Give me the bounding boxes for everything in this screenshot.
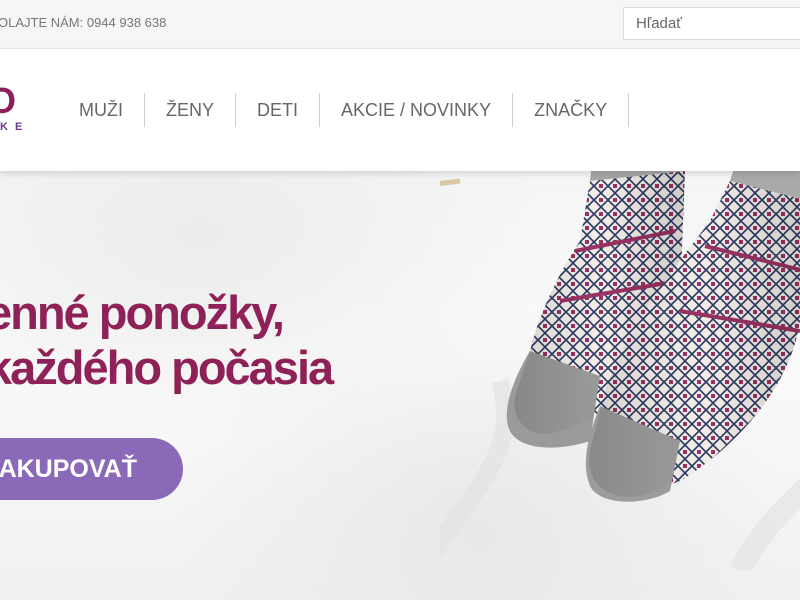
top-bar: OLAJTE NÁM: 0944 938 638 <box>0 0 800 49</box>
phone-contact: OLAJTE NÁM: 0944 938 638 <box>0 15 167 30</box>
logo-subtitle: KE <box>0 121 26 133</box>
site-header: O KE MUŽI ŽENY DETI AKCIE / NOVINKY ZNAČ… <box>0 49 800 171</box>
nav-item-deti[interactable]: DETI <box>236 93 321 127</box>
nav-item-zeny[interactable]: ŽENY <box>145 93 237 127</box>
socks-photo <box>440 171 800 571</box>
site-logo[interactable]: O KE <box>0 80 26 138</box>
nav-item-akcie-novinky[interactable]: AKCIE / NOVINKY <box>320 93 514 127</box>
search-input[interactable] <box>623 7 800 40</box>
shop-now-button[interactable]: AKUPOVAŤ <box>0 438 183 500</box>
nav-item-muzi[interactable]: MUŽI <box>58 93 145 127</box>
hero-headline: enné ponožky, každého počasia <box>0 285 334 395</box>
hero-banner: enné ponožky, každého počasia AKUPOVAŤ <box>0 171 800 600</box>
hero-headline-line2: každého počasia <box>0 341 334 394</box>
logo-mark: O <box>0 80 16 121</box>
nav-item-znacky[interactable]: ZNAČKY <box>513 93 630 127</box>
main-nav: MUŽI ŽENY DETI AKCIE / NOVINKY ZNAČKY <box>58 93 630 127</box>
hero-headline-line1: enné ponožky, <box>0 286 285 339</box>
